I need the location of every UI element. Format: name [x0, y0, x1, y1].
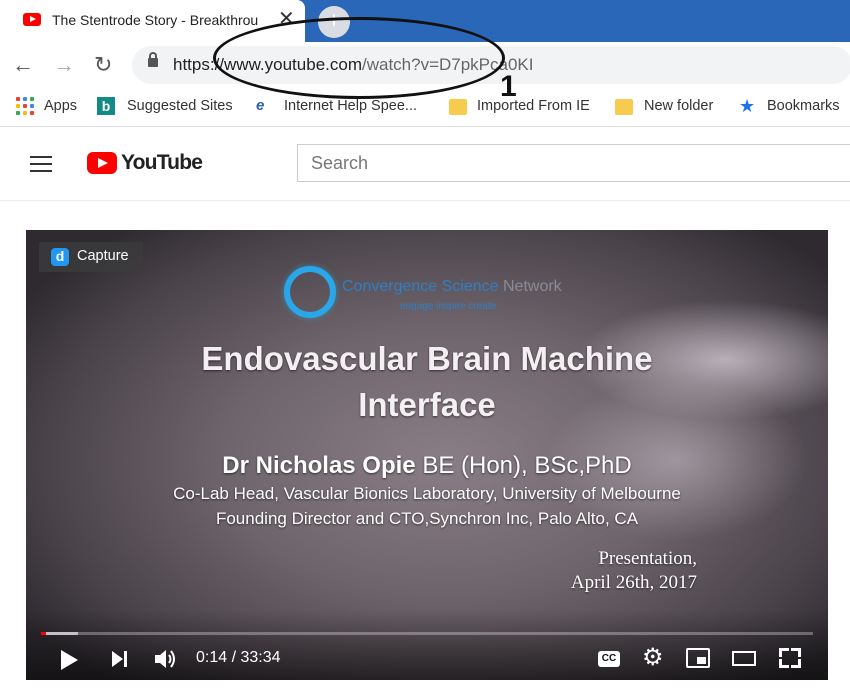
reload-icon[interactable]: ↻	[94, 52, 112, 78]
presentation-label: Presentation,	[598, 548, 697, 569]
youtube-header: YouTube	[0, 127, 850, 201]
presenter-credentials: BE (Hon), BSc,PhD	[415, 452, 632, 479]
time-display: 0:14 / 33:34	[196, 649, 281, 666]
annotation-ellipse	[213, 17, 505, 99]
fullscreen-icon[interactable]	[779, 648, 801, 668]
bookmark-new-folder[interactable]: New folder	[644, 98, 713, 114]
bookmark-bookmarks[interactable]: Bookmarks	[767, 98, 840, 114]
progress-bar[interactable]	[41, 632, 813, 635]
search-box	[297, 144, 850, 182]
volume-icon[interactable]	[153, 647, 179, 671]
bookmark-suggested-sites[interactable]: Suggested Sites	[127, 98, 233, 114]
org-name: Convergence Science Network	[342, 278, 562, 296]
captions-icon[interactable]: CC	[598, 651, 620, 667]
progress-played	[41, 632, 47, 635]
org-tagline: engage inspire create	[400, 301, 497, 312]
bookmarks-bar: Apps b Suggested Sites e Internet Help S…	[0, 90, 850, 127]
org-name-part: Convergence Science	[342, 278, 499, 295]
bookmark-imported-from-ie[interactable]: Imported From IE	[477, 98, 590, 114]
folder-icon	[615, 99, 633, 115]
play-icon[interactable]	[61, 650, 78, 670]
header-divider	[0, 200, 850, 202]
youtube-logo-text[interactable]: YouTube	[121, 151, 203, 175]
affiliation-line2: Founding Director and CTO,Synchron Inc, …	[215, 509, 639, 528]
affiliation-line1: Co-Lab Head, Vascular Bionics Laboratory…	[173, 484, 681, 503]
video-player[interactable]: d Capture Convergence Science Network en…	[26, 230, 828, 680]
next-icon[interactable]	[112, 651, 128, 667]
theater-mode-icon[interactable]	[732, 651, 756, 666]
lock-icon[interactable]	[148, 52, 158, 67]
apps-grid-icon	[16, 97, 34, 115]
capture-label: Capture	[77, 248, 129, 264]
tab-title: The Stentrode Story - Breakthrou	[52, 12, 259, 28]
capture-button[interactable]: d Capture	[39, 242, 143, 272]
presenter-name: Dr Nicholas Opie	[222, 452, 416, 479]
convergence-logo-icon	[284, 266, 336, 318]
folder-icon	[449, 99, 467, 115]
menu-icon[interactable]	[30, 156, 52, 172]
star-icon: ★	[739, 96, 756, 116]
bookmark-internet-help[interactable]: Internet Help Spee...	[284, 98, 417, 114]
controls-gradient	[26, 610, 828, 680]
bing-icon: b	[97, 97, 115, 115]
presentation-date: April 26th, 2017	[570, 572, 697, 593]
youtube-favicon-icon	[23, 13, 41, 26]
capture-icon: d	[51, 248, 69, 266]
settings-gear-icon[interactable]: ⚙	[642, 646, 664, 670]
presenter: Dr Nicholas Opie BE (Hon), BSc,PhD	[26, 452, 828, 480]
youtube-logo-icon[interactable]	[87, 152, 117, 174]
annotation-number: 1	[500, 70, 517, 103]
slide-title-line2: Interface	[358, 386, 496, 423]
search-input[interactable]	[298, 145, 850, 181]
forward-arrow-icon[interactable]: →	[53, 52, 75, 78]
bookmark-apps[interactable]: Apps	[44, 98, 77, 114]
org-name-network: Network	[498, 278, 562, 295]
slide-title-line1: Endovascular Brain Machine	[201, 340, 653, 377]
back-arrow-icon[interactable]: ←	[12, 52, 34, 78]
progress-buffered	[41, 632, 79, 635]
ie-icon: e	[256, 97, 265, 114]
miniplayer-icon[interactable]	[686, 648, 710, 668]
